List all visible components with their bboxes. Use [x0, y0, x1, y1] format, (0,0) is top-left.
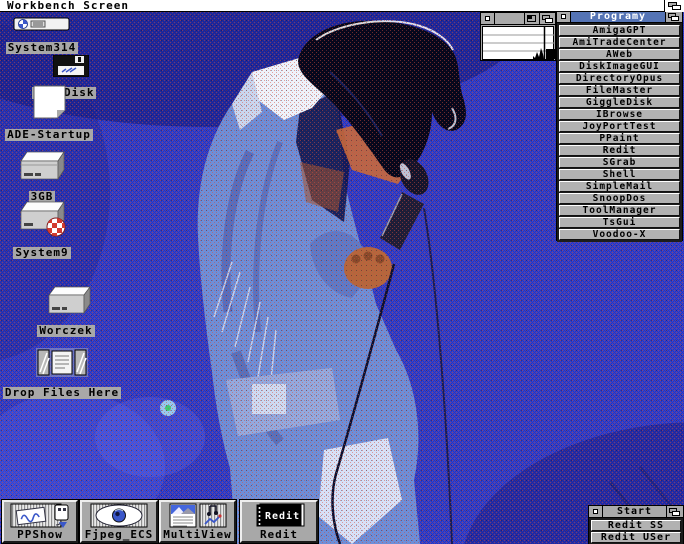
- close-gadget[interactable]: [589, 506, 603, 517]
- dock-label: Fjpeg_ECS: [85, 529, 154, 541]
- zoom-gadget[interactable]: [524, 13, 539, 24]
- program-button-toolmanager[interactable]: ToolManager: [559, 205, 680, 216]
- redit-notepad-icon: Redit: [248, 502, 310, 529]
- dock-label: Redit: [260, 529, 298, 541]
- program-button-directoryopus[interactable]: DirectoryOpus: [559, 73, 680, 84]
- workbench-screen: Workbench Screen System314 Ram Disk: [0, 0, 684, 544]
- icon-label: Drop Files Here: [3, 387, 121, 399]
- program-button-ppaint[interactable]: PPaint: [559, 133, 680, 144]
- meter-window: [480, 12, 556, 61]
- desktop-icon-system9[interactable]: System9: [8, 201, 76, 260]
- ppshow-icon: [9, 502, 71, 529]
- close-gadget[interactable]: [557, 11, 571, 22]
- program-button-redit[interactable]: Redit: [559, 145, 680, 156]
- dock-label: PPShow: [17, 529, 63, 541]
- cpu-meter-graph: [482, 26, 554, 60]
- desktop-icon-system314[interactable]: System314: [2, 17, 82, 55]
- icon-label: System314: [6, 42, 79, 54]
- start-title: Start: [603, 506, 666, 517]
- program-button-aweb[interactable]: AWeb: [559, 49, 680, 60]
- harddrive-icon: [46, 286, 92, 315]
- dock-button-fjpeg-ecs[interactable]: Fjpeg_ECS: [80, 500, 158, 543]
- depth-gadget[interactable]: [539, 13, 555, 24]
- program-button-ibrowse[interactable]: IBrowse: [559, 109, 680, 120]
- programy-list: AmigaGPT AmiTradeCenter AWeb DiskImageGU…: [557, 23, 682, 242]
- icon-label: ADE-Startup: [5, 129, 93, 141]
- program-button-giggledisk[interactable]: GiggleDisk: [559, 97, 680, 108]
- programy-title: Programy: [571, 11, 665, 22]
- meter-graph-icon: [483, 27, 555, 59]
- program-button-filemaster[interactable]: FileMaster: [559, 85, 680, 96]
- program-button-amigagpt[interactable]: AmigaGPT: [559, 25, 680, 36]
- close-gadget[interactable]: [481, 13, 495, 24]
- depth-gadget[interactable]: [666, 506, 683, 517]
- document-icon: [33, 85, 66, 119]
- program-button-tsgui[interactable]: TsGui: [559, 217, 680, 228]
- program-button-simplemail[interactable]: SimpleMail: [559, 181, 680, 192]
- start-window: Start Redit SS Redit USer: [588, 505, 684, 544]
- program-button-joyporttest[interactable]: JoyPortTest: [559, 121, 680, 132]
- fjpeg-icon: [90, 502, 148, 529]
- screen-titlebar[interactable]: Workbench Screen: [0, 0, 684, 12]
- program-button-sgrab[interactable]: SGrab: [559, 157, 680, 168]
- harddrive-boing-icon: [16, 201, 68, 237]
- close-icon: [485, 16, 490, 21]
- close-icon: [561, 14, 566, 19]
- programy-titlebar[interactable]: Programy: [557, 11, 682, 23]
- depth-gadget[interactable]: [665, 11, 682, 22]
- dock-label: MultiView: [163, 529, 232, 541]
- multiview-icon: [169, 502, 227, 529]
- desktop-icon-worczek[interactable]: Worczek: [33, 286, 99, 338]
- programy-window: Programy AmigaGPT AmiTradeCenter AWeb Di…: [556, 10, 683, 241]
- floppy-disk-icon: [53, 55, 89, 77]
- meter-titlebar[interactable]: [481, 13, 555, 25]
- icon-label: Worczek: [37, 325, 94, 337]
- dock-button-redit[interactable]: Redit Redit: [240, 500, 318, 543]
- desktop-icon-ade-startup[interactable]: ADE-Startup: [3, 85, 95, 142]
- drop-files-icon: [36, 348, 88, 377]
- dock-button-ppshow[interactable]: PPShow: [2, 500, 78, 543]
- close-icon: [593, 509, 598, 514]
- start-titlebar[interactable]: Start: [589, 506, 683, 518]
- desktop-icon-3gb[interactable]: 3GB: [14, 151, 70, 204]
- harddrive-icon: [18, 151, 66, 181]
- program-button-snoopdos[interactable]: SnoopDos: [559, 193, 680, 204]
- screen-depth-gadget[interactable]: [664, 0, 684, 12]
- program-button-diskimagegui[interactable]: DiskImageGUI: [559, 61, 680, 72]
- program-button-voodoo-x[interactable]: Voodoo-X: [559, 229, 680, 240]
- start-button-redit-user[interactable]: Redit USer: [591, 532, 681, 543]
- program-button-shell[interactable]: Shell: [559, 169, 680, 180]
- program-button-amitradecenter[interactable]: AmiTradeCenter: [559, 37, 680, 48]
- desktop-icon-drop-files-here[interactable]: Drop Files Here: [0, 348, 124, 400]
- icon-label: System9: [13, 247, 70, 259]
- harddisk-case-icon: [13, 17, 71, 32]
- redit-icon-text: Redit: [265, 510, 300, 522]
- dock-button-multiview[interactable]: MultiView: [159, 500, 236, 543]
- start-button-redit-ss[interactable]: Redit SS: [591, 520, 681, 531]
- screen-title: Workbench Screen: [0, 0, 664, 11]
